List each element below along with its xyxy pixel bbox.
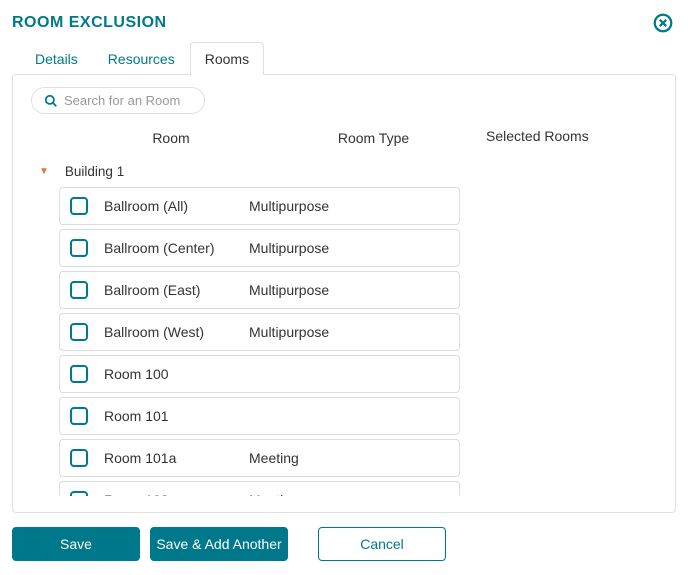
room-type-cell: Multipurpose (249, 324, 449, 340)
chevron-down-icon: ▼ (39, 166, 49, 177)
room-row[interactable]: Room 102Meeting (59, 481, 460, 496)
list-header: Room Room Type (31, 124, 466, 156)
room-name-cell: Ballroom (Center) (104, 240, 249, 256)
tab-details[interactable]: Details (20, 42, 93, 75)
selected-rooms-header: Selected Rooms (486, 124, 657, 144)
room-name-cell: Room 100 (104, 366, 249, 382)
room-type-cell: Multipurpose (249, 198, 449, 214)
room-type-cell: Multipurpose (249, 240, 449, 256)
room-type-cell: Meeting (249, 450, 449, 466)
room-row[interactable]: Ballroom (West)Multipurpose (59, 313, 460, 351)
tab-resources[interactable]: Resources (93, 42, 190, 75)
room-row[interactable]: Room 101 (59, 397, 460, 435)
search-input[interactable] (64, 93, 192, 108)
room-row[interactable]: Ballroom (East)Multipurpose (59, 271, 460, 309)
tab-rooms[interactable]: Rooms (190, 42, 264, 75)
room-checkbox[interactable] (70, 407, 88, 425)
room-name-cell: Room 101a (104, 450, 249, 466)
room-checkbox[interactable] (70, 239, 88, 257)
room-row[interactable]: Room 101aMeeting (59, 439, 460, 477)
room-checkbox[interactable] (70, 197, 88, 215)
building-row[interactable]: ▼ Building 1 (31, 156, 460, 187)
room-name-cell: Ballroom (West) (104, 324, 249, 340)
room-row[interactable]: Ballroom (Center)Multipurpose (59, 229, 460, 267)
building-name: Building 1 (65, 164, 124, 179)
close-icon (652, 12, 674, 34)
room-name-cell: Ballroom (All) (104, 198, 249, 214)
room-checkbox[interactable] (70, 281, 88, 299)
search-container (31, 87, 205, 114)
cancel-button[interactable]: Cancel (318, 527, 446, 561)
tab-bar: Details Resources Rooms (12, 42, 676, 75)
room-type-cell: Meeting (249, 492, 449, 496)
close-button[interactable] (650, 10, 676, 36)
column-header-room: Room (31, 130, 281, 146)
room-scroll-area[interactable]: ▼ Building 1 Ballroom (All)MultipurposeB… (31, 156, 466, 496)
save-button[interactable]: Save (12, 527, 140, 561)
room-name-cell: Room 101 (104, 408, 249, 424)
search-icon (44, 94, 58, 108)
rooms-panel: Room Room Type ▼ Building 1 Ballroom (Al… (12, 74, 676, 513)
room-name-cell: Ballroom (East) (104, 282, 249, 298)
column-header-room-type: Room Type (281, 130, 466, 146)
room-checkbox[interactable] (70, 491, 88, 496)
button-row: Save Save & Add Another Cancel (12, 527, 676, 561)
room-type-cell: Multipurpose (249, 282, 449, 298)
room-checkbox[interactable] (70, 365, 88, 383)
room-row[interactable]: Room 100 (59, 355, 460, 393)
page-title: ROOM EXCLUSION (12, 14, 167, 32)
room-checkbox[interactable] (70, 449, 88, 467)
save-add-another-button[interactable]: Save & Add Another (150, 527, 288, 561)
room-checkbox[interactable] (70, 323, 88, 341)
room-name-cell: Room 102 (104, 492, 249, 496)
room-row[interactable]: Ballroom (All)Multipurpose (59, 187, 460, 225)
selected-rooms-section: Selected Rooms (486, 124, 657, 496)
room-list-section: Room Room Type ▼ Building 1 Ballroom (Al… (31, 124, 466, 496)
